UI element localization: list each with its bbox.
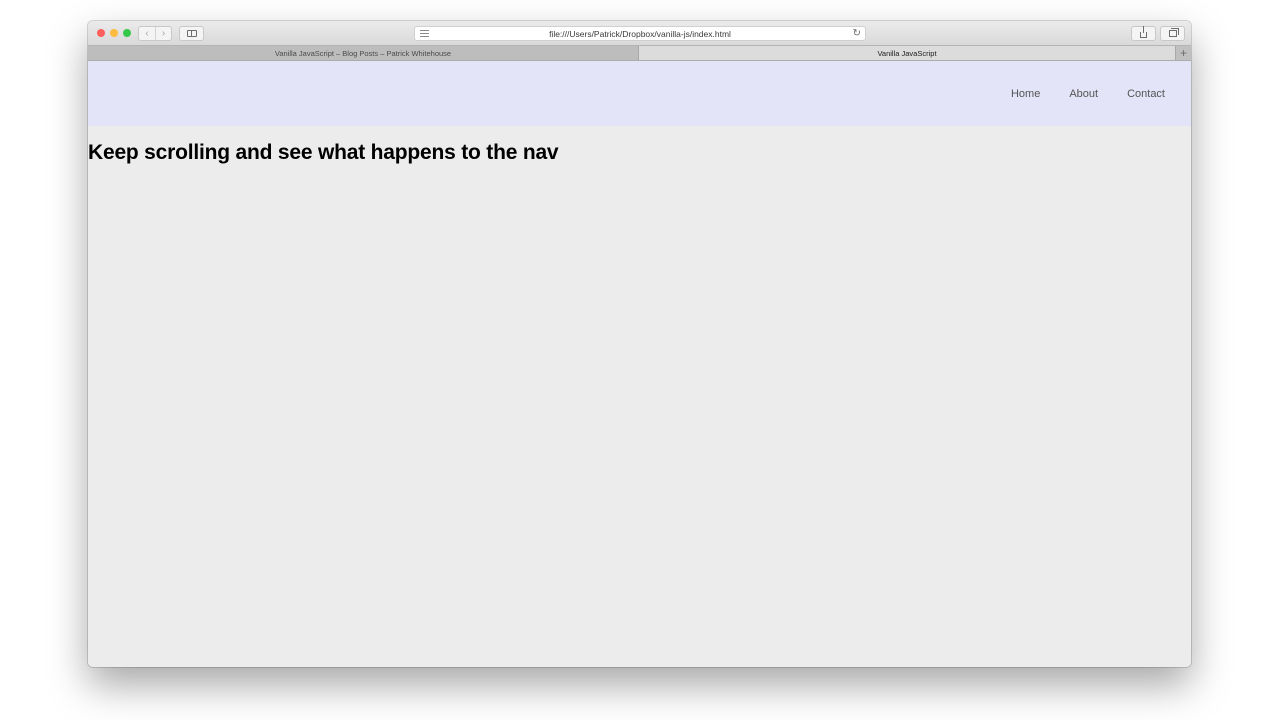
- tab-title: Vanilla JavaScript – Blog Posts – Patric…: [274, 48, 452, 58]
- maximize-window-button[interactable]: [123, 29, 131, 37]
- plus-icon: +: [1179, 46, 1187, 60]
- chevron-right-icon: ›: [161, 27, 166, 39]
- share-icon: [1140, 26, 1147, 38]
- history-buttons: ‹ ›: [138, 26, 172, 41]
- nav-link-home[interactable]: Home: [1011, 88, 1040, 100]
- nav-link-contact[interactable]: Contact: [1127, 88, 1165, 100]
- forward-button[interactable]: ›: [155, 27, 171, 40]
- new-tab-button[interactable]: +: [1175, 46, 1191, 60]
- page-heading: Keep scrolling and see what happens to t…: [88, 141, 559, 164]
- page-viewport: Home About Contact Keep scrolling and se…: [88, 61, 1191, 667]
- tab-vanilla-javascript[interactable]: Vanilla JavaScript: [639, 46, 1175, 60]
- tab-blog-posts[interactable]: Vanilla JavaScript – Blog Posts – Patric…: [88, 46, 639, 60]
- tab-bar: Vanilla JavaScript – Blog Posts – Patric…: [88, 45, 1191, 61]
- nav-link-about[interactable]: About: [1069, 88, 1098, 100]
- address-bar[interactable]: file:///Users/Patrick/Dropbox/vanilla-js…: [414, 26, 866, 41]
- sidebar-icon: [186, 30, 197, 37]
- tabs-overview-icon: [1168, 28, 1179, 37]
- show-all-tabs-button[interactable]: [1160, 26, 1185, 41]
- minimize-window-button[interactable]: [110, 29, 118, 37]
- close-window-button[interactable]: [97, 29, 105, 37]
- chevron-left-icon: ‹: [145, 27, 149, 39]
- tab-title: Vanilla JavaScript: [877, 48, 937, 58]
- reload-icon[interactable]: ↻: [853, 27, 861, 40]
- sidebar-toggle-button[interactable]: [179, 26, 204, 41]
- share-button[interactable]: [1131, 26, 1156, 41]
- back-button[interactable]: ‹: [139, 27, 155, 40]
- browser-window: ‹ › file:///Users/Patrick/Dropbox/vanill…: [88, 21, 1191, 667]
- reader-view-icon[interactable]: [420, 30, 429, 37]
- url-text: file:///Users/Patrick/Dropbox/vanilla-js…: [549, 28, 731, 39]
- site-nav: Home About Contact: [88, 61, 1191, 126]
- browser-toolbar: ‹ › file:///Users/Patrick/Dropbox/vanill…: [88, 21, 1191, 45]
